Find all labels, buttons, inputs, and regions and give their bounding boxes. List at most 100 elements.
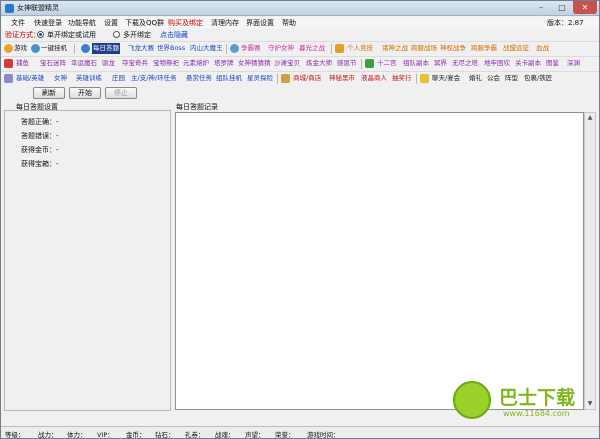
- tab-cross-battlefield[interactable]: 跨服战场: [411, 44, 437, 53]
- tab-manor[interactable]: 庄园: [112, 74, 125, 83]
- tab-divine-war[interactable]: 神权战争: [440, 44, 466, 53]
- stat-correct: 答题正确：-: [21, 118, 59, 126]
- title-bar: 女神联盟精灵 – □ ✕: [1, 1, 599, 16]
- tab-alchemist[interactable]: 炼金大师: [306, 59, 332, 68]
- tab-cross-hegemony[interactable]: 跨服争霸: [471, 44, 497, 53]
- tab-alliance-expedition[interactable]: 战盟远征: [503, 44, 529, 53]
- menu-settings[interactable]: 设置: [104, 18, 118, 28]
- tab-blood-war[interactable]: 血战: [536, 44, 549, 53]
- tab-formation[interactable]: 阵型: [505, 74, 518, 83]
- tab-element-furnace[interactable]: 元素熔炉: [183, 59, 209, 68]
- game-icon: [4, 44, 13, 53]
- tab-treasure-offering[interactable]: 宝物祭祀: [153, 59, 179, 68]
- toolbar-row-3: 基础/英雄 女神 英雄训练 庄园 主/支/神/环任务 悬赏任务 组队挂机 星灵探…: [1, 71, 599, 85]
- tab-chat-banquet[interactable]: 聊天/宴会: [432, 74, 460, 83]
- tab-goddess[interactable]: 女神: [54, 74, 67, 83]
- separator: [361, 59, 362, 69]
- status-reputation: 声望：: [245, 431, 265, 439]
- tab-thanksgiving[interactable]: 感恩节: [337, 59, 357, 68]
- hang-icon: [31, 44, 40, 53]
- tab-bounty[interactable]: 悬赏任务: [186, 74, 212, 83]
- refresh-button[interactable]: 刷新: [33, 87, 65, 99]
- separator: [74, 44, 75, 54]
- version-label: 版本：2.87: [547, 19, 584, 27]
- tab-crystal-merchant[interactable]: 液晶商人: [361, 74, 387, 83]
- tab-twilight-war[interactable]: 暮光之战: [299, 44, 325, 53]
- menu-bar: 文件 快速登录 功能导航 设置 下载及QQ群 购买及绑定 清理内存 界面设置 帮…: [1, 17, 599, 29]
- separator: [226, 44, 227, 54]
- radio-single-bind-label[interactable]: 单开绑定或试用: [47, 30, 96, 40]
- menu-quick-login[interactable]: 快速登录: [34, 18, 62, 28]
- tab-personal-arena[interactable]: 个人竞技: [347, 44, 373, 53]
- tab-tarot[interactable]: 塔罗牌: [214, 59, 234, 68]
- tab-team-hang[interactable]: 组队挂机: [216, 74, 242, 83]
- status-gold: 金币：: [126, 431, 146, 439]
- tab-zodiac[interactable]: 十二宫: [377, 59, 397, 68]
- menu-file[interactable]: 文件: [11, 18, 25, 28]
- tab-shop[interactable]: 商城/商店: [293, 74, 321, 83]
- zodiac-icon: [365, 59, 374, 68]
- status-vip: VIP：: [97, 431, 114, 439]
- tab-lucky-stone[interactable]: 幸运魔石: [71, 59, 97, 68]
- log-textarea[interactable]: [175, 112, 584, 410]
- tab-endless-tower[interactable]: 无尽之塔: [452, 59, 478, 68]
- tab-bag-smith[interactable]: 包裹/铁匠: [524, 74, 552, 83]
- fishing-icon: [4, 59, 13, 68]
- tab-dragon-race[interactable]: 飞龙大赛: [128, 44, 154, 53]
- tab-gem-maze[interactable]: 宝石迷阵: [40, 59, 66, 68]
- tab-basic-hero[interactable]: 基础/英雄: [16, 74, 44, 83]
- watermark-text: 巴士下载: [499, 387, 576, 409]
- tab-black-market[interactable]: 神秘黑市: [329, 74, 355, 83]
- arena-icon: [335, 44, 344, 53]
- tab-world-boss[interactable]: 世界Boss: [157, 44, 185, 53]
- shop-icon: [281, 74, 290, 83]
- minimize-button[interactable]: –: [531, 1, 551, 14]
- watermark-logo-icon: [453, 381, 491, 419]
- tab-demon-king[interactable]: 内山大魔王: [190, 44, 223, 53]
- menu-help[interactable]: 帮助: [282, 18, 296, 28]
- close-button[interactable]: ✕: [573, 1, 597, 14]
- tab-games[interactable]: 游戏: [14, 44, 27, 53]
- status-power: 战力：: [38, 431, 58, 439]
- verify-row: 验证方式： 单开绑定或试用 多开绑定 点击隐藏: [1, 29, 599, 40]
- tab-hero-training[interactable]: 英雄训练: [76, 74, 102, 83]
- tab-treasure-hunt[interactable]: 夺宝奇兵: [122, 59, 148, 68]
- menu-download-qq[interactable]: 下载及QQ群: [125, 18, 164, 28]
- tab-guard-goddess[interactable]: 守护女神: [268, 44, 294, 53]
- tab-dungeon-trap[interactable]: 地牢困坎: [484, 59, 510, 68]
- tab-stage-dungeon[interactable]: 关卡副本: [515, 59, 541, 68]
- tab-one-click-hang[interactable]: 一键挂机: [41, 44, 67, 53]
- tab-daily-quiz[interactable]: 每日答题: [92, 43, 120, 54]
- tab-star-explore[interactable]: 星灵探险: [247, 74, 273, 83]
- tab-lottery[interactable]: 抽奖行: [392, 74, 412, 83]
- tab-fishing[interactable]: 捕鱼: [16, 59, 29, 68]
- tab-abyss[interactable]: 深渊: [567, 59, 580, 68]
- radio-multi-bind[interactable]: [113, 31, 120, 38]
- menu-ui-settings[interactable]: 界面设置: [246, 18, 274, 28]
- start-button[interactable]: 开始: [69, 87, 101, 99]
- stop-button[interactable]: 停止: [105, 87, 137, 99]
- radio-single-bind[interactable]: [37, 31, 44, 38]
- tab-guild[interactable]: 公会: [487, 74, 500, 83]
- maximize-button[interactable]: □: [552, 1, 572, 14]
- menu-purchase-bind[interactable]: 购买及绑定: [168, 18, 203, 28]
- radio-multi-bind-label[interactable]: 多开绑定: [123, 30, 151, 40]
- status-stamina: 体力：: [67, 431, 87, 439]
- menu-feature-nav[interactable]: 功能导航: [68, 18, 96, 28]
- tab-codex[interactable]: 图鉴: [546, 59, 559, 68]
- tab-goddess-guess[interactable]: 女神猜猜猜: [238, 59, 271, 68]
- tab-championship[interactable]: 争霸赛: [241, 44, 261, 53]
- tab-team-dungeon[interactable]: 组队副本: [403, 59, 429, 68]
- scroll-up-icon[interactable]: ▲: [585, 113, 595, 123]
- tab-dragon-tame[interactable]: 驯龙: [102, 59, 115, 68]
- watermark-url: www.11684.com: [503, 409, 570, 418]
- tab-gods-war[interactable]: 诸神之战: [382, 44, 408, 53]
- hide-link[interactable]: 点击隐藏: [160, 30, 188, 40]
- tab-quests[interactable]: 主/支/神/环任务: [131, 74, 177, 83]
- tab-underworld[interactable]: 冥界: [434, 59, 447, 68]
- log-panel-title: 每日答题记录: [176, 103, 218, 111]
- tab-wedding[interactable]: 婚礼: [469, 74, 482, 83]
- menu-clear-memory[interactable]: 清理内存: [211, 18, 239, 28]
- tab-beach-baby[interactable]: 沙滩宝贝: [274, 59, 300, 68]
- log-scrollbar[interactable]: ▲ ▼: [584, 112, 596, 410]
